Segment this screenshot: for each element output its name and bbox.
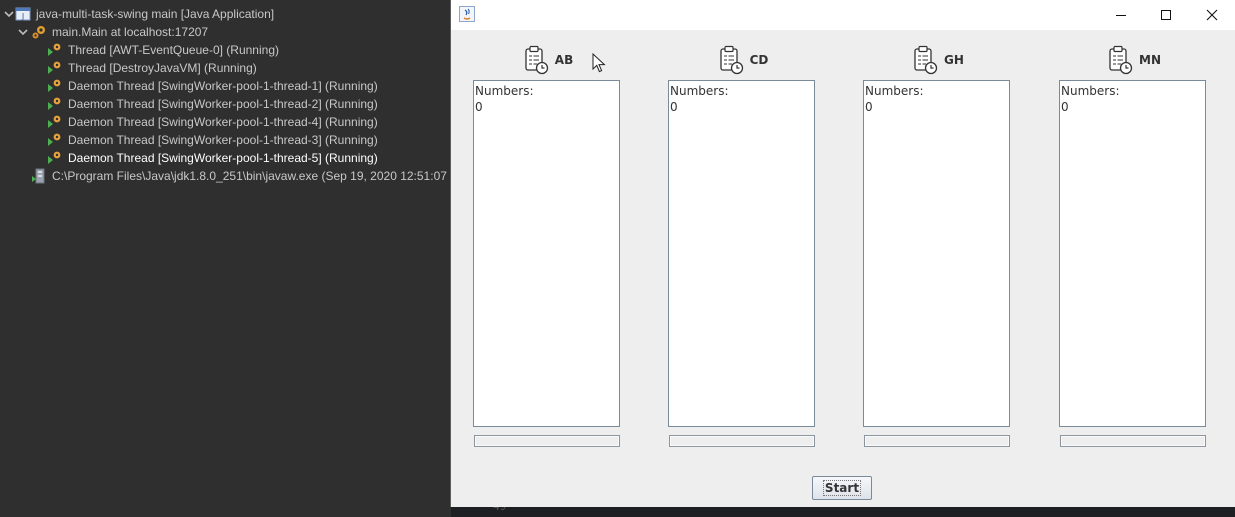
- tree-label: main.Main at localhost:17207: [52, 25, 209, 39]
- title-bar[interactable]: [451, 0, 1235, 30]
- thread-running-icon: [48, 133, 61, 146]
- start-button[interactable]: Start: [812, 476, 872, 500]
- numbers-textarea[interactable]: Numbers: 0: [1059, 80, 1206, 427]
- clipboard-clock-icon: [914, 45, 938, 75]
- tree-label: java-multi-task-swing main [Java Applica…: [36, 7, 275, 21]
- tree-label: Thread [AWT-EventQueue-0] (Running): [68, 43, 279, 57]
- column-header: GH: [863, 44, 1013, 76]
- numbers-value: 0: [475, 100, 483, 114]
- thread-running-icon: [48, 115, 61, 128]
- column-cd: CD Numbers: 0: [668, 30, 818, 460]
- chevron-down-icon[interactable]: [17, 25, 29, 39]
- debug-view: J java-multi-task-swing main [Java Appli…: [0, 0, 451, 517]
- tree-label: Daemon Thread [SwingWorker-pool-1-thread…: [68, 97, 378, 111]
- numbers-textarea[interactable]: Numbers: 0: [863, 80, 1010, 427]
- minimize-icon: [1116, 15, 1126, 16]
- progress-bar: [669, 435, 815, 447]
- process-icon: [32, 168, 45, 184]
- thread-running-icon: [48, 97, 61, 110]
- tree-label: Daemon Thread [SwingWorker-pool-1-thread…: [68, 133, 378, 147]
- tree-label: Daemon Thread [SwingWorker-pool-1-thread…: [68, 115, 378, 129]
- thread-running-icon: [48, 61, 61, 74]
- close-button[interactable]: [1189, 0, 1235, 30]
- thread-running-icon: [48, 151, 61, 164]
- numbers-label: Numbers:: [865, 84, 924, 98]
- chevron-down-icon[interactable]: [3, 7, 15, 21]
- maximize-button[interactable]: [1143, 0, 1189, 30]
- column-label: CD: [749, 53, 769, 67]
- column-mn: MN Numbers: 0: [1059, 30, 1209, 460]
- start-button-label: Start: [822, 480, 862, 496]
- numbers-label: Numbers:: [670, 84, 729, 98]
- clipboard-clock-icon: [719, 45, 743, 75]
- column-ab: AB Numbers: 0: [473, 30, 623, 460]
- numbers-label: Numbers:: [1061, 84, 1120, 98]
- thread-running-icon: [48, 79, 61, 92]
- mouse-cursor-icon: [592, 53, 606, 73]
- editor-strip: [451, 507, 1235, 517]
- numbers-value: 0: [1061, 100, 1069, 114]
- tree-label: C:\Program Files\Java\jdk1.8.0_251\bin\j…: [52, 169, 451, 183]
- swing-window: AB Numbers: 0 CD Numbers: 0 GH Numbers: …: [451, 0, 1235, 507]
- numbers-value: 0: [670, 100, 678, 114]
- tree-label: Daemon Thread [SwingWorker-pool-1-thread…: [68, 151, 378, 165]
- java-icon: [459, 6, 475, 22]
- svg-text:J: J: [21, 12, 24, 21]
- tree-label: Daemon Thread [SwingWorker-pool-1-thread…: [68, 79, 378, 93]
- clipboard-clock-icon: [1109, 45, 1133, 75]
- progress-bar: [1060, 435, 1206, 447]
- numbers-label: Numbers:: [475, 84, 534, 98]
- debug-target-icon: [32, 26, 45, 39]
- numbers-textarea[interactable]: Numbers: 0: [668, 80, 815, 427]
- column-label: GH: [944, 53, 964, 67]
- numbers-textarea[interactable]: Numbers: 0: [473, 80, 620, 427]
- close-icon: [1206, 9, 1218, 21]
- maximize-icon: [1161, 10, 1171, 20]
- column-header: MN: [1059, 44, 1209, 76]
- tree-label: Thread [DestroyJavaVM] (Running): [68, 61, 257, 75]
- column-gh: GH Numbers: 0: [863, 30, 1013, 460]
- minimize-button[interactable]: [1098, 0, 1144, 30]
- clipboard-clock-icon: [525, 45, 548, 75]
- column-header: CD: [668, 44, 818, 76]
- numbers-value: 0: [865, 100, 873, 114]
- progress-bar: [474, 435, 620, 447]
- column-label: AB: [554, 53, 574, 67]
- column-label: MN: [1139, 53, 1161, 67]
- progress-bar: [864, 435, 1010, 447]
- java-app-icon: J: [15, 7, 31, 21]
- thread-running-icon: [48, 43, 61, 56]
